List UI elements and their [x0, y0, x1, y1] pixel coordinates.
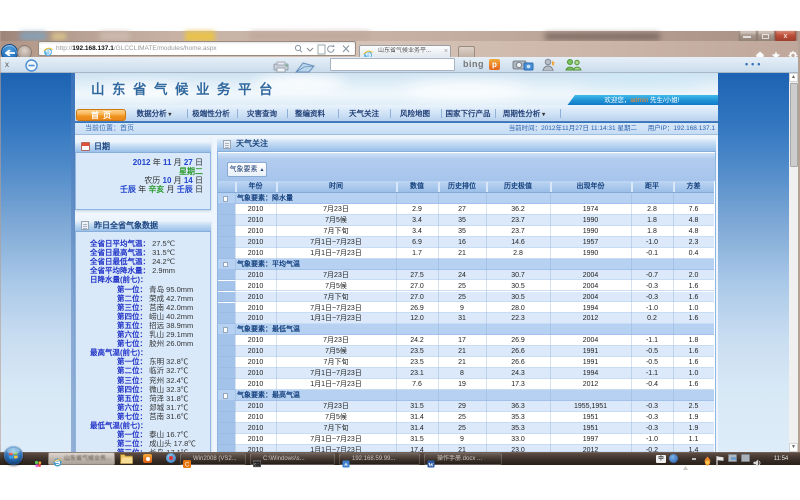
svg-text:W: W: [428, 462, 434, 468]
svg-text:c:: c:: [254, 462, 259, 467]
svg-text:C: C: [185, 462, 190, 468]
